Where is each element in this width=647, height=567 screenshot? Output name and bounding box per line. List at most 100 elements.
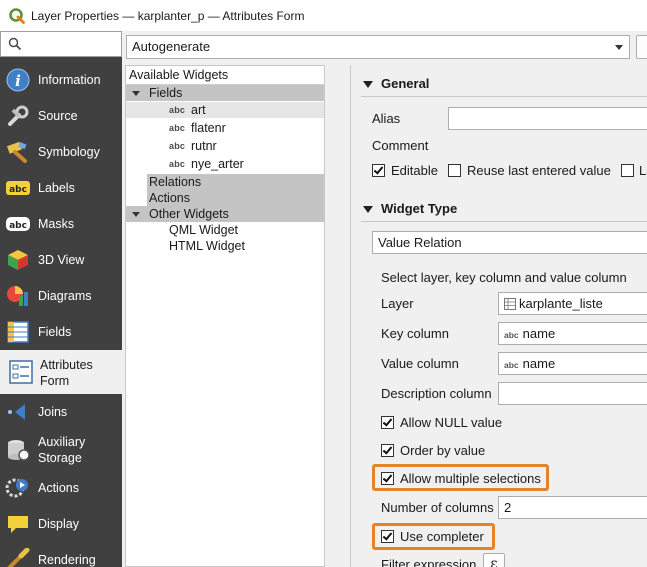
text-field-icon: abc xyxy=(504,360,519,370)
allow-multiple-label: Allow multiple selections xyxy=(400,471,541,486)
tree-field-item[interactable]: abc nye_arter xyxy=(126,156,324,172)
text-field-icon: abc xyxy=(504,330,519,340)
splitter-handle[interactable] xyxy=(330,65,348,567)
sidebar-item-label: Attributes Form xyxy=(40,358,93,388)
svg-text:abc: abc xyxy=(9,185,27,195)
key-column-select[interactable]: abc name xyxy=(498,322,647,345)
field-name: nye_arter xyxy=(191,157,244,171)
order-by-value-checkbox[interactable] xyxy=(381,444,394,457)
tree-field-item[interactable]: abc flatenr xyxy=(126,120,324,136)
sidebar-item-attributes-form[interactable]: Attributes Form xyxy=(0,350,122,394)
allow-null-checkbox[interactable] xyxy=(381,416,394,429)
chevron-down-icon xyxy=(615,45,623,50)
sidebar-item-label: Joins xyxy=(38,405,68,419)
text-field-icon: abc xyxy=(169,123,186,133)
description-column-input[interactable] xyxy=(498,382,647,405)
number-of-columns-input[interactable]: 2 xyxy=(498,496,647,519)
diagrams-icon xyxy=(7,286,28,306)
alias-input[interactable] xyxy=(448,107,647,130)
auxiliary-storage-icon xyxy=(8,440,30,461)
available-widgets-tree[interactable]: Available Widgets Fields abc art abc fla… xyxy=(125,65,325,567)
widget-name: HTML Widget xyxy=(169,239,245,253)
window-title: Layer Properties — karplanter_p — Attrib… xyxy=(31,8,305,23)
3d-view-icon xyxy=(8,250,28,270)
search-input[interactable] xyxy=(25,35,117,53)
sidebar-item-source[interactable]: Source xyxy=(0,98,122,134)
masks-icon: abc xyxy=(6,217,30,231)
expression-builder-button[interactable]: ε xyxy=(483,553,505,567)
alias-label: Alias xyxy=(372,111,401,126)
use-completer-label: Use completer xyxy=(400,529,484,544)
widget-type-select[interactable]: Value Relation xyxy=(372,231,647,254)
sidebar-item-diagrams[interactable]: Diagrams xyxy=(0,278,122,314)
sidebar-item-label: 3D View xyxy=(38,253,85,267)
sidebar-item-fields[interactable]: Fields xyxy=(0,314,122,350)
layer-label: Layer xyxy=(381,296,414,311)
collapse-arrow-icon[interactable] xyxy=(363,206,373,213)
order-by-value-label: Order by value xyxy=(400,443,486,458)
sidebar-item-information[interactable]: i Information xyxy=(0,62,122,98)
qgis-logo-icon xyxy=(9,7,25,24)
label-on-top-checkbox[interactable] xyxy=(621,164,634,177)
layout-mode-value: Autogenerate xyxy=(132,39,211,54)
sidebar-item-label: Symbology xyxy=(38,145,100,159)
sidebar-nav: i Information Source Symbology abc Label… xyxy=(0,62,122,567)
widget-type-heading: Widget Type xyxy=(381,201,458,216)
sidebar-item-auxiliary-storage[interactable]: Auxiliary Storage xyxy=(0,430,122,470)
allow-null-label: Allow NULL value xyxy=(400,415,503,430)
instruction-text: Select layer, key column and value colum… xyxy=(381,270,627,285)
tree-group-other-widgets[interactable]: Other Widgets xyxy=(126,206,324,222)
sidebar-item-display[interactable]: Display xyxy=(0,506,122,542)
allow-multiple-checkbox[interactable] xyxy=(381,472,394,485)
section-divider xyxy=(361,96,647,97)
tree-field-item[interactable]: abc rutnr xyxy=(126,138,324,154)
rendering-icon xyxy=(7,548,30,567)
sidebar-item-label: Display xyxy=(38,517,79,531)
editable-label: Editable xyxy=(391,163,438,178)
sidebar-item-symbology[interactable]: Symbology xyxy=(0,134,122,170)
layer-select[interactable]: karplante_liste xyxy=(498,292,647,315)
sidebar-item-actions[interactable]: Actions xyxy=(0,470,122,506)
section-divider xyxy=(361,221,647,222)
layout-options-button[interactable] xyxy=(636,35,647,59)
reuse-last-value-checkbox[interactable] xyxy=(448,164,461,177)
tree-group-relations[interactable]: Relations xyxy=(147,174,324,190)
tree-group-label: Relations xyxy=(149,175,202,189)
source-icon xyxy=(8,105,29,126)
key-column-label: Key column xyxy=(381,326,449,341)
table-icon xyxy=(504,298,516,310)
expand-arrow-icon[interactable] xyxy=(132,91,140,96)
widget-properties-panel: General Alias Comment Editable Reuse las… xyxy=(350,65,647,567)
tree-group-actions[interactable]: Actions xyxy=(147,190,324,206)
value-column-select[interactable]: abc name xyxy=(498,352,647,375)
sidebar-item-joins[interactable]: Joins xyxy=(0,394,122,430)
tree-other-item[interactable]: HTML Widget xyxy=(126,238,324,254)
svg-text:abc: abc xyxy=(9,221,27,231)
tree-group-fields[interactable]: Fields xyxy=(126,85,324,101)
fields-icon xyxy=(7,321,29,343)
layer-value: karplante_liste xyxy=(519,296,603,311)
search-box[interactable] xyxy=(0,31,122,57)
field-name: rutnr xyxy=(191,139,217,153)
value-column-label: Value column xyxy=(381,356,459,371)
reuse-last-value-label: Reuse last entered value xyxy=(467,163,611,178)
general-heading: General xyxy=(381,76,430,91)
sidebar-item-labels[interactable]: abc Labels xyxy=(0,170,122,206)
expand-arrow-icon[interactable] xyxy=(132,212,140,217)
label-on-top-label: La xyxy=(639,163,647,178)
tree-other-item[interactable]: QML Widget xyxy=(126,222,324,238)
editable-checkbox[interactable] xyxy=(372,164,385,177)
tree-field-item[interactable]: abc art xyxy=(126,102,324,118)
comment-label: Comment xyxy=(372,138,429,153)
sidebar-item-rendering[interactable]: Rendering xyxy=(0,542,122,567)
sidebar-item-masks[interactable]: abc Masks xyxy=(0,206,122,242)
use-completer-checkbox[interactable] xyxy=(381,530,394,543)
sidebar-item-3d-view[interactable]: 3D View xyxy=(0,242,122,278)
field-name: art xyxy=(191,103,206,117)
search-icon xyxy=(8,37,22,51)
layout-mode-select[interactable]: Autogenerate xyxy=(126,35,630,59)
text-field-icon: abc xyxy=(169,159,186,169)
collapse-arrow-icon[interactable] xyxy=(363,81,373,88)
sidebar-item-label: Rendering xyxy=(38,553,96,567)
info-icon: i xyxy=(6,68,30,92)
